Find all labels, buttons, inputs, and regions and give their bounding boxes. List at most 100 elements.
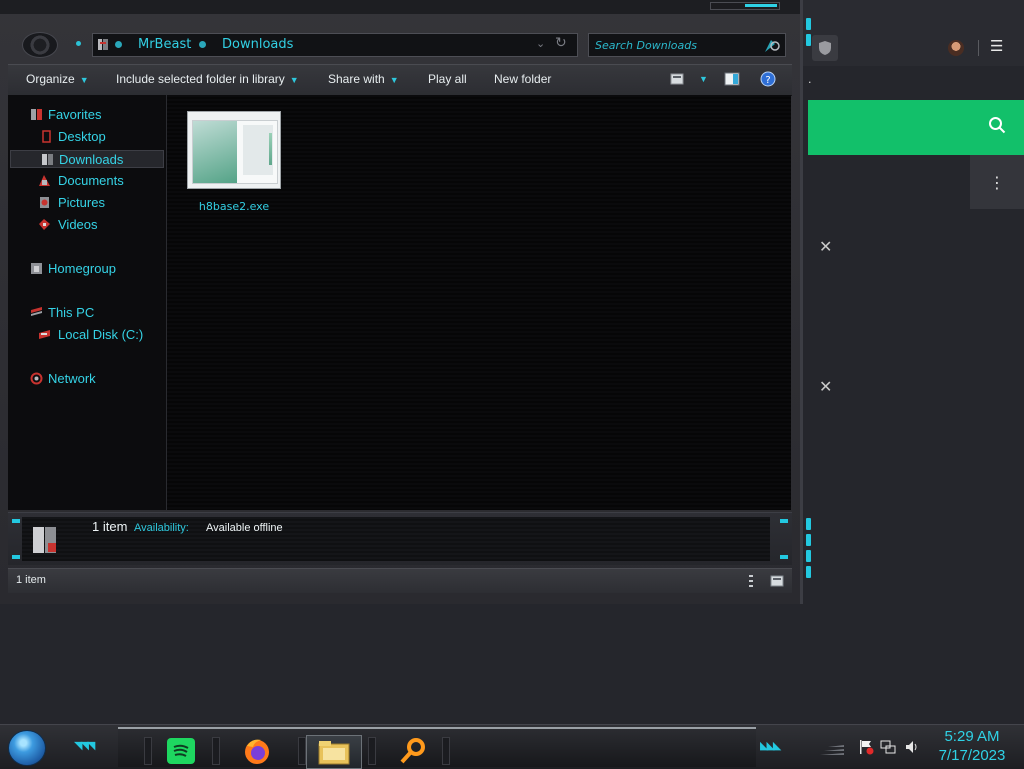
share-with-label: Share with	[328, 72, 385, 86]
nav-documents-label: Documents	[58, 173, 124, 188]
breadcrumb-mrbeast[interactable]: MrBeast	[138, 37, 191, 52]
taskbar-search-app[interactable]	[386, 735, 440, 767]
firefox-icon	[245, 739, 269, 764]
file-thumbnail[interactable]	[187, 111, 281, 189]
show-desktop-grip-icon[interactable]	[820, 741, 844, 755]
nav-favorites-label: Favorites	[48, 107, 102, 122]
view-options-dropdown[interactable]: ▼	[694, 71, 708, 85]
folder-location-icon	[98, 39, 108, 50]
window-edge-lights	[806, 18, 816, 578]
nav-favorites[interactable]: Favorites	[8, 106, 164, 124]
network-icon	[30, 372, 43, 385]
preview-pane-icon[interactable]	[724, 71, 740, 87]
status-bar: 1 item	[8, 568, 792, 593]
include-in-library-label: Include selected folder in library	[116, 72, 285, 86]
new-folder-button[interactable]: New folder	[494, 72, 551, 86]
system-tray	[852, 737, 932, 757]
browser-menu-button[interactable]: ☰	[990, 37, 1003, 55]
svg-text:?: ?	[765, 75, 770, 86]
change-view-icon[interactable]	[670, 71, 686, 87]
more-options-button[interactable]: ⋮	[970, 155, 1024, 209]
this-pc-icon	[31, 307, 42, 316]
toolbar-divider	[978, 40, 979, 56]
nav-network[interactable]: Network	[8, 370, 164, 388]
browser-search-banner[interactable]	[808, 100, 1024, 155]
help-icon[interactable]: ?	[760, 71, 776, 87]
command-bar: Organize ▼ Include selected folder in lib…	[8, 64, 792, 96]
nav-desktop[interactable]: Desktop	[8, 128, 164, 146]
taskbar-spotify[interactable]	[154, 735, 208, 767]
organize-menu[interactable]: Organize ▼	[26, 72, 89, 86]
volume-icon[interactable]	[904, 739, 920, 755]
close-icon[interactable]: ✕	[819, 237, 832, 256]
hamburger-menu-icon: ☰	[990, 37, 1004, 55]
action-center-flag-icon[interactable]	[858, 739, 874, 755]
file-list-area[interactable]: h8base2.exe	[167, 95, 791, 510]
back-forward-button[interactable]	[22, 32, 58, 58]
search-box[interactable]	[588, 33, 786, 57]
close-icon[interactable]: ✕	[819, 377, 832, 396]
search-input[interactable]	[593, 36, 757, 54]
breadcrumb-separator[interactable]	[115, 41, 122, 48]
search-icon	[989, 117, 1006, 134]
include-in-library-menu[interactable]: Include selected folder in library ▼	[116, 72, 299, 86]
taskbar-accent-left: ◥◥◥	[74, 739, 95, 752]
breadcrumb-separator[interactable]	[199, 41, 206, 48]
search-app-icon	[400, 738, 425, 764]
spotify-icon	[167, 738, 195, 764]
caret-down-icon: ▼	[389, 75, 399, 85]
nav-homegroup-label: Homegroup	[48, 261, 116, 276]
details-view-icon[interactable]	[744, 574, 758, 588]
caret-down-icon: ▼	[699, 74, 708, 84]
taskbar-file-explorer[interactable]	[306, 735, 362, 769]
title-bar[interactable]	[0, 0, 800, 14]
caret-down-icon: ▼	[79, 75, 89, 85]
nav-downloads-label: Downloads	[59, 152, 124, 167]
background-browser-window: ☰ . ⋮ ✕ ✕	[800, 0, 1024, 724]
network-status-icon[interactable]	[880, 739, 896, 755]
large-icons-view-icon[interactable]	[770, 574, 784, 588]
nav-pictures-label: Pictures	[58, 195, 105, 210]
nav-local-disk-label: Local Disk (C:)	[58, 327, 144, 342]
file-name-label[interactable]: h8base2.exe	[187, 200, 281, 213]
item-count: 1 item	[92, 519, 128, 534]
pictures-icon	[40, 197, 49, 208]
caret-down-icon: ▼	[289, 75, 299, 85]
nav-homegroup[interactable]: Homegroup	[8, 260, 164, 278]
taskbar-clock[interactable]: 5:29 AM 7/17/2023	[930, 727, 1014, 765]
play-all-button[interactable]: Play all	[428, 72, 467, 86]
drive-icon	[39, 330, 50, 339]
taskbar-firefox[interactable]	[230, 735, 284, 767]
file-explorer-window: MrBeast Downloads ⌄ ↻ Organize ▼ Include …	[0, 0, 811, 604]
downloads-icon	[42, 154, 53, 165]
recent-locations-dot[interactable]	[76, 41, 81, 46]
nav-network-label: Network	[48, 371, 96, 386]
taskbar-app-area	[118, 727, 756, 769]
refresh-icon[interactable]: ↻	[555, 35, 567, 51]
browser-toolbar: ☰	[800, 0, 1024, 66]
nav-documents[interactable]: Documents	[8, 172, 164, 190]
nav-pictures[interactable]: Pictures	[8, 194, 164, 212]
start-button[interactable]	[8, 730, 46, 766]
file-explorer-icon	[318, 741, 350, 765]
details-pane: 1 item Availability: Available offline	[8, 512, 792, 565]
clock-time: 5:29 AM	[944, 728, 1000, 745]
nav-videos[interactable]: Videos	[8, 216, 164, 234]
address-bar[interactable]: MrBeast Downloads ⌄ ↻	[92, 33, 578, 57]
nav-this-pc[interactable]: This PC	[8, 304, 164, 322]
breadcrumb-downloads[interactable]: Downloads	[222, 37, 293, 52]
share-with-menu[interactable]: Share with ▼	[328, 72, 399, 86]
chevron-down-icon[interactable]: ⌄	[536, 37, 545, 50]
nav-videos-label: Videos	[58, 217, 98, 232]
search-icon[interactable]	[763, 36, 781, 54]
nav-local-disk[interactable]: Local Disk (C:)	[8, 326, 164, 344]
documents-icon	[39, 175, 50, 186]
availability-label: Availability:	[134, 522, 189, 534]
nav-downloads[interactable]: Downloads	[10, 150, 164, 168]
title-accent	[710, 2, 780, 10]
taskbar-accent-right: ◣◣◣	[760, 739, 781, 752]
navigation-pane: Favorites Desktop Downloads Documents Pi…	[8, 95, 167, 510]
vertical-dots-icon: ⋮	[989, 172, 1005, 192]
profile-avatar[interactable]	[948, 40, 964, 56]
desktop-icon	[42, 130, 51, 143]
